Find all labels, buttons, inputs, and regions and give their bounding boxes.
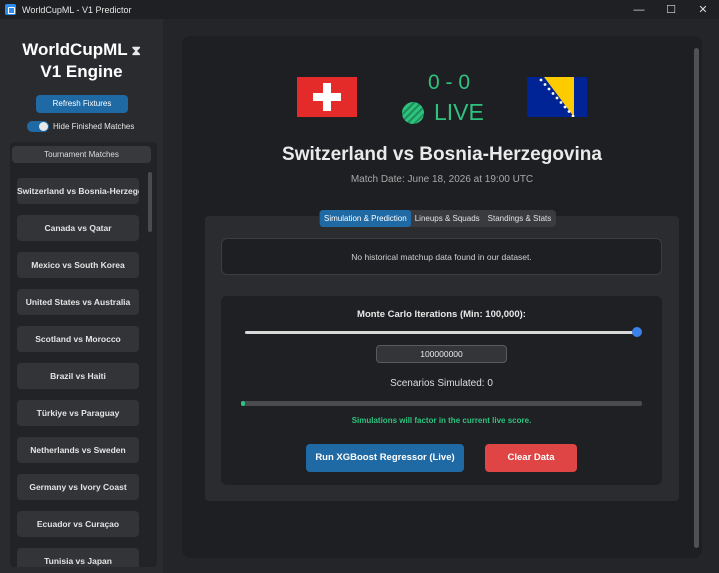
logo-line-1: WorldCupML bbox=[22, 40, 128, 59]
logo-line-2: V1 Engine bbox=[40, 62, 123, 81]
window-title: WorldCupML - V1 Predictor bbox=[22, 4, 132, 15]
app-window: WorldCupML - V1 Predictor — ☐ ✕ WorldCup… bbox=[0, 0, 719, 573]
match-list-item[interactable]: Tunisia vs Japan bbox=[17, 548, 139, 567]
match-list-item[interactable]: Canada vs Qatar bbox=[17, 215, 139, 241]
app-logo: WorldCupML ⧗ V1 Engine bbox=[0, 39, 163, 82]
iterations-slider-track[interactable] bbox=[245, 331, 635, 334]
tab-standings-stats[interactable]: Standings & Stats bbox=[484, 210, 556, 227]
match-list-item[interactable]: Mexico vs South Korea bbox=[17, 252, 139, 278]
match-list-item[interactable]: Netherlands vs Sweden bbox=[17, 437, 139, 463]
match-list-item[interactable]: Germany vs Ivory Coast bbox=[17, 474, 139, 500]
clear-data-button[interactable]: Clear Data bbox=[485, 444, 577, 472]
match-list-item[interactable]: Scotland vs Morocco bbox=[17, 326, 139, 352]
main-area: 0 - 0 LIVE Switzerland vs Bosnia-Herzego… bbox=[163, 19, 719, 573]
iterations-label: Monte Carlo Iterations (Min: 100,000): bbox=[357, 309, 526, 320]
scenarios-simulated-label: Scenarios Simulated: 0 bbox=[390, 378, 493, 389]
match-list-item[interactable]: Ecuador vs Curaçao bbox=[17, 511, 139, 537]
hide-finished-label: Hide Finished Matches bbox=[53, 122, 135, 131]
tab-lineups-squads[interactable]: Lineups & Squads bbox=[411, 210, 484, 227]
window-controls: — ☐ ✕ bbox=[623, 0, 719, 19]
tournament-matches-panel: Tournament Matches Switzerland vs Bosnia… bbox=[10, 142, 157, 567]
match-list-item[interactable]: United States vs Australia bbox=[17, 289, 139, 315]
hide-finished-toggle-row: Hide Finished Matches bbox=[27, 121, 134, 132]
title-bar: WorldCupML - V1 Predictor — ☐ ✕ bbox=[0, 0, 719, 19]
match-list-item[interactable]: Türkiye vs Paraguay bbox=[17, 400, 139, 426]
simulation-progress-fill bbox=[241, 401, 245, 406]
live-status: LIVE bbox=[402, 99, 484, 126]
match-card: 0 - 0 LIVE Switzerland vs Bosnia-Herzego… bbox=[182, 36, 702, 558]
main-scrollbar[interactable] bbox=[694, 48, 699, 548]
tab-panel: Simulation & Prediction Lineups & Squads S… bbox=[205, 210, 679, 501]
sidebar: WorldCupML ⧗ V1 Engine Refresh Fixtures H… bbox=[0, 19, 163, 573]
app-icon bbox=[5, 4, 16, 15]
live-score: 0 - 0 bbox=[427, 71, 471, 94]
hourglass-icon: ⧗ bbox=[131, 43, 141, 58]
toggle-knob bbox=[39, 122, 48, 131]
simulation-progress-bar bbox=[241, 401, 642, 406]
refresh-fixtures-button[interactable]: Refresh Fixtures bbox=[36, 95, 128, 113]
bosnia-herzegovina-flag bbox=[527, 77, 587, 117]
match-list: Switzerland vs Bosnia-Herzegovina Canada … bbox=[17, 178, 139, 567]
close-icon[interactable]: ✕ bbox=[687, 0, 719, 19]
live-indicator-icon bbox=[402, 101, 424, 124]
hide-finished-toggle[interactable] bbox=[27, 121, 49, 132]
flag-cross-vertical bbox=[323, 83, 331, 111]
match-date: Match Date: June 18, 2026 at 19:00 UTC bbox=[350, 174, 534, 185]
simulation-panel: Monte Carlo Iterations (Min: 100,000): 1… bbox=[221, 296, 662, 485]
switzerland-flag bbox=[297, 77, 357, 117]
minimize-icon[interactable]: — bbox=[623, 0, 655, 19]
match-list-scrollbar[interactable] bbox=[148, 172, 152, 232]
live-label: LIVE bbox=[434, 99, 484, 125]
tab-simulation-prediction[interactable]: Simulation & Prediction bbox=[320, 210, 411, 227]
tournament-matches-header: Tournament Matches bbox=[12, 146, 151, 163]
match-list-item[interactable]: Switzerland vs Bosnia-Herzegovina bbox=[17, 178, 139, 204]
matchup-title: Switzerland vs Bosnia-Herzegovina bbox=[282, 144, 602, 165]
tab-bar: Simulation & Prediction Lineups & Squads S… bbox=[319, 210, 557, 227]
historical-matchup-message: No historical matchup data found in our … bbox=[221, 238, 662, 275]
iterations-input[interactable]: 100000000 bbox=[376, 345, 507, 363]
match-list-item[interactable]: Brazil vs Haiti bbox=[17, 363, 139, 389]
simulation-note: Simulations will factor in the current l… bbox=[351, 416, 532, 425]
maximize-icon[interactable]: ☐ bbox=[655, 0, 687, 19]
run-xgboost-button[interactable]: Run XGBoost Regressor (Live) bbox=[306, 444, 464, 472]
iterations-slider-handle[interactable] bbox=[632, 327, 642, 337]
